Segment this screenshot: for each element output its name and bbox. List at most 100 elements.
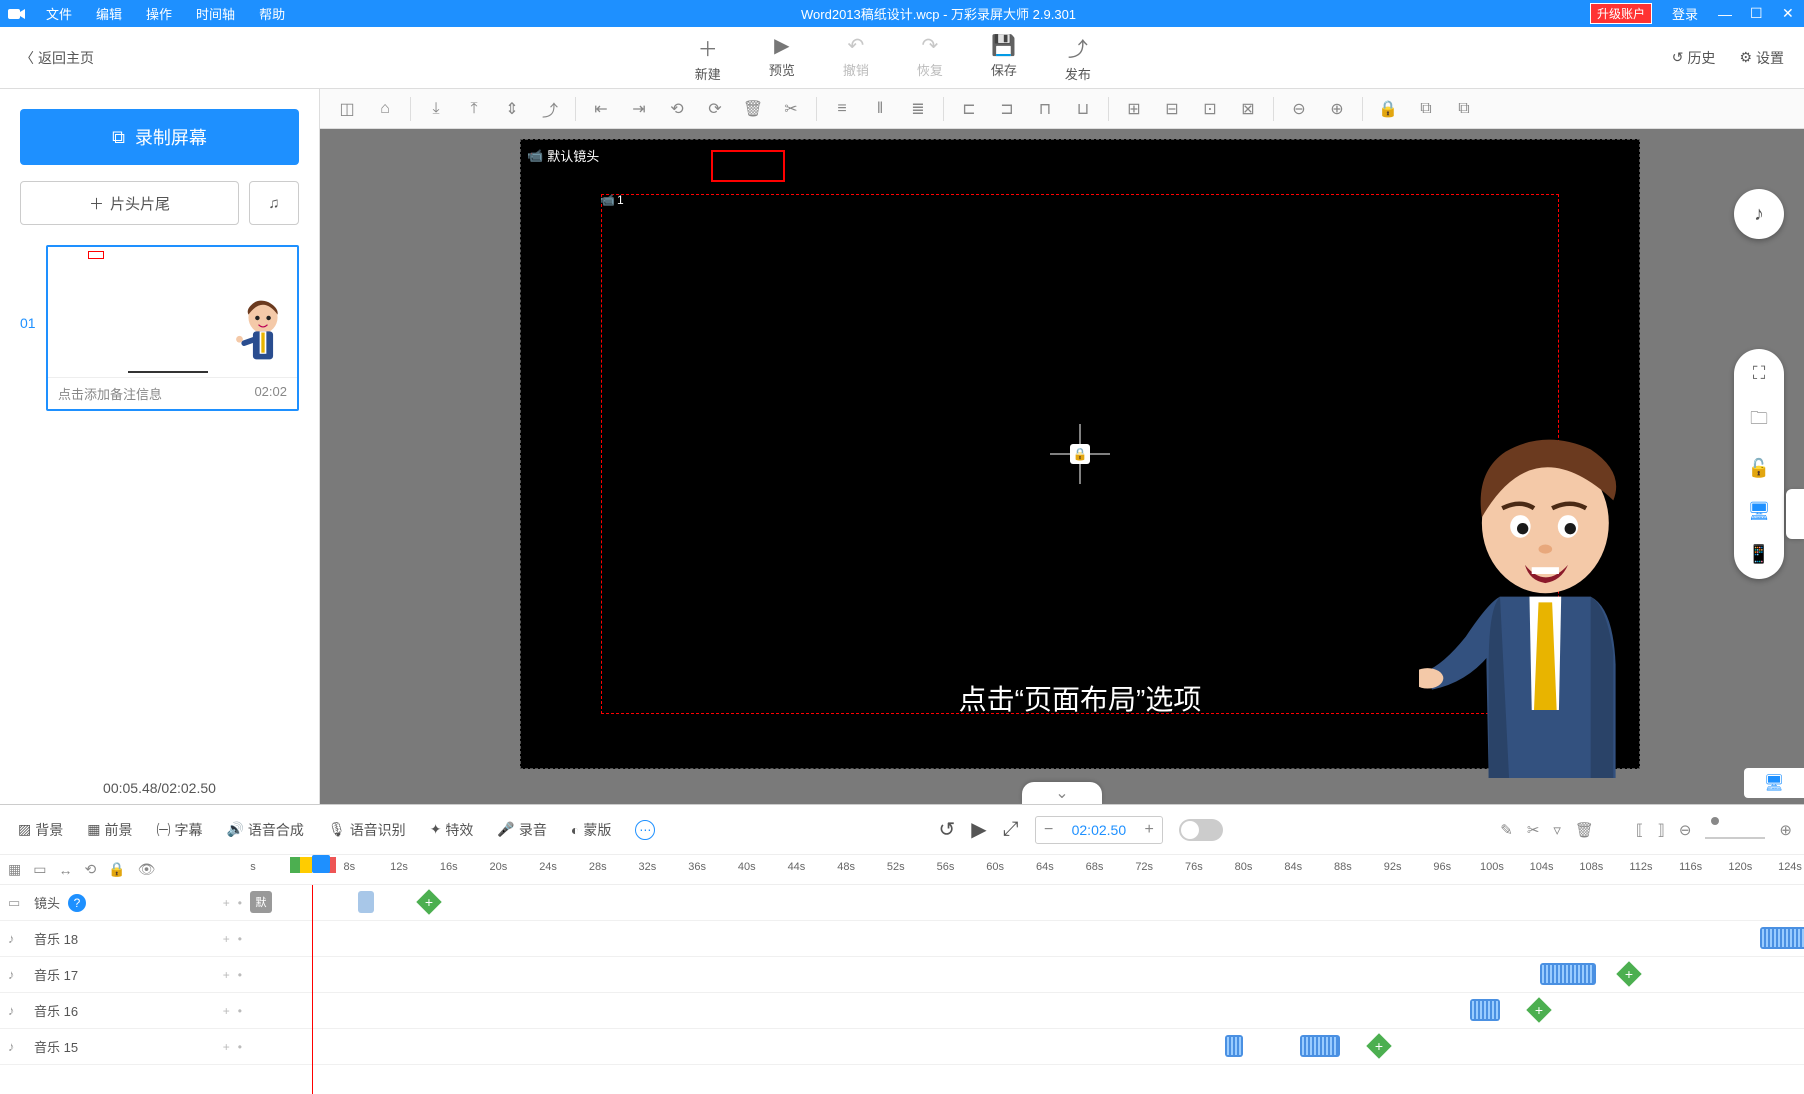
play-button[interactable]: ▶ [971,817,986,842]
canvas-tool-10[interactable]: ⟲ [660,92,694,126]
canvas-tool-33[interactable]: ⧉ [1409,92,1443,126]
track-lane[interactable] [250,957,1804,992]
minus-button[interactable]: − [1036,821,1062,839]
canvas-tool-16[interactable]: ‖ [863,92,897,126]
zoom-in-icon[interactable]: ⊕ [1779,821,1792,839]
canvas-tool-9[interactable]: ⇥ [622,92,656,126]
track-plus[interactable]: + [223,932,230,946]
selection-box[interactable] [711,150,785,182]
bracket-right-icon[interactable]: ⟧ [1657,821,1664,839]
add-keyframe-marker[interactable] [1366,1033,1391,1058]
collapse-panel-button[interactable]: ⌄ [1022,782,1102,804]
track-dot[interactable]: • [238,968,242,982]
preview-button[interactable]: ▶预览 [769,33,795,83]
help-icon[interactable]: ? [68,894,86,912]
expand-button[interactable]: ⤢ [1003,818,1019,841]
panel-tab-背景[interactable]: ▨背景 [12,816,69,844]
menu-时间轴[interactable]: 时间轴 [184,4,247,23]
desktop-view-icon[interactable]: 🖥 [1748,501,1771,522]
clip[interactable] [358,891,374,913]
ruler-marker[interactable] [300,857,312,873]
canvas-tool-27[interactable]: ⊠ [1231,92,1265,126]
canvas-tool-11[interactable]: ⟳ [698,92,732,126]
clip[interactable] [1300,1035,1340,1057]
canvas-tool-12[interactable]: 🗑 [736,92,770,126]
menu-帮助[interactable]: 帮助 [247,4,297,23]
menu-操作[interactable]: 操作 [134,4,184,23]
edit-icon[interactable]: ✎ [1500,821,1513,839]
save-button[interactable]: 💾保存 [991,33,1017,83]
canvas-tool-1[interactable]: ⌂ [368,92,402,126]
panel-tab-more[interactable]: ⋯ [629,816,661,844]
canvas-tool-24[interactable]: ⊞ [1117,92,1151,126]
cut-icon[interactable]: ✂ [1527,821,1540,839]
track-head[interactable]: ♪音乐 15+• [0,1029,250,1064]
zoom-slider[interactable] [1705,821,1765,839]
track-head[interactable]: ♪音乐 18+• [0,921,250,956]
panel-tab-语音识别[interactable]: 🎙语音识别 [322,816,412,844]
track-plus[interactable]: + [223,1004,230,1018]
canvas-tool-15[interactable]: ≡ [825,92,859,126]
canvas-tool-3[interactable]: ⤓ [419,92,453,126]
track-dot[interactable]: • [238,932,242,946]
canvas-tool-5[interactable]: ⇕ [495,92,529,126]
panel-tab-语音合成[interactable]: 🔊语音合成 [220,816,309,844]
canvas-stage[interactable]: 📹默认镜头 📹1 🔒 点击“页面布局”选项 [520,139,1640,769]
floating-music-button[interactable]: ♪ [1734,189,1784,239]
canvas-tool-34[interactable]: ⧉ [1447,92,1481,126]
playhead[interactable] [312,855,330,884]
track-dot[interactable]: • [238,1040,242,1054]
canvas-tool-29[interactable]: ⊖ [1282,92,1316,126]
panel-tab-蒙版[interactable]: ◐蒙版 [565,816,617,844]
track-head[interactable]: ▭镜头?+• [0,885,250,920]
canvas-tool-0[interactable]: ◫ [330,92,364,126]
panel-tab-字幕[interactable]: ㈠字幕 [150,816,208,844]
panel-tab-特效[interactable]: ✦特效 [424,816,480,844]
canvas-tool-4[interactable]: ⤒ [457,92,491,126]
track-head[interactable]: ♪音乐 16+• [0,993,250,1028]
settings-button[interactable]: ⚙设置 [1739,48,1784,68]
login-button[interactable]: 登录 [1662,0,1708,27]
track-dot[interactable]: • [238,1004,242,1018]
undo-button[interactable]: ↶撤销 [843,33,869,83]
menu-文件[interactable]: 文件 [34,4,84,23]
aspect-ratio-button[interactable]: 🖥 [1744,768,1804,798]
head-tail-button[interactable]: ＋片头片尾 [20,181,239,225]
presenter-character[interactable] [1419,438,1649,778]
rewind-button[interactable]: ↺ [938,817,955,842]
canvas-tool-21[interactable]: ⊓ [1028,92,1062,126]
canvas-tool-6[interactable]: ⤴ [533,92,567,126]
publish-button[interactable]: ⤴发布 [1065,33,1091,83]
music-lib-button[interactable]: ♫ [249,181,299,225]
history-button[interactable]: ↺历史 [1672,48,1716,68]
plus-button[interactable]: + [1136,821,1162,839]
record-screen-button[interactable]: ⧉ 录制屏幕 [20,109,299,165]
tl-ctrl-0[interactable]: ▦ [8,861,21,878]
canvas-tool-26[interactable]: ⊡ [1193,92,1227,126]
upgrade-button[interactable]: 升级账户 [1580,0,1662,27]
tl-ctrl-3[interactable]: ⟲ [84,861,96,878]
add-keyframe-marker[interactable] [1616,961,1641,986]
back-home-button[interactable]: 〈 返回主页 [0,48,114,68]
clip[interactable] [1470,999,1500,1021]
scene-note[interactable]: 点击添加备注信息 [58,384,162,403]
tl-ctrl-5[interactable]: 👁 [138,861,156,878]
panel-tab-前景[interactable]: ▦前景 [81,816,138,844]
track-head[interactable]: ♪音乐 17+• [0,957,250,992]
maximize-button[interactable]: ☐ [1740,0,1772,27]
track-dot[interactable]: • [238,896,242,910]
minimize-button[interactable]: — [1708,0,1740,27]
side-expand-handle[interactable] [1786,489,1804,539]
tl-ctrl-1[interactable]: ▭ [33,861,46,878]
canvas-tool-13[interactable]: ✂ [774,92,808,126]
scene-thumbnail[interactable]: 点击添加备注信息 02:02 [46,245,299,411]
mobile-view-icon[interactable]: 📱 [1748,544,1770,565]
filter-icon[interactable]: ▿ [1553,821,1561,839]
tl-ctrl-2[interactable]: ↔ [58,862,72,878]
canvas-tool-8[interactable]: ⇤ [584,92,618,126]
redo-button[interactable]: ↷恢复 [917,33,943,83]
add-keyframe-marker[interactable] [416,889,441,914]
track-plus[interactable]: + [223,1040,230,1054]
new-button[interactable]: ＋新建 [695,33,721,83]
clip[interactable]: 默 [250,891,272,913]
